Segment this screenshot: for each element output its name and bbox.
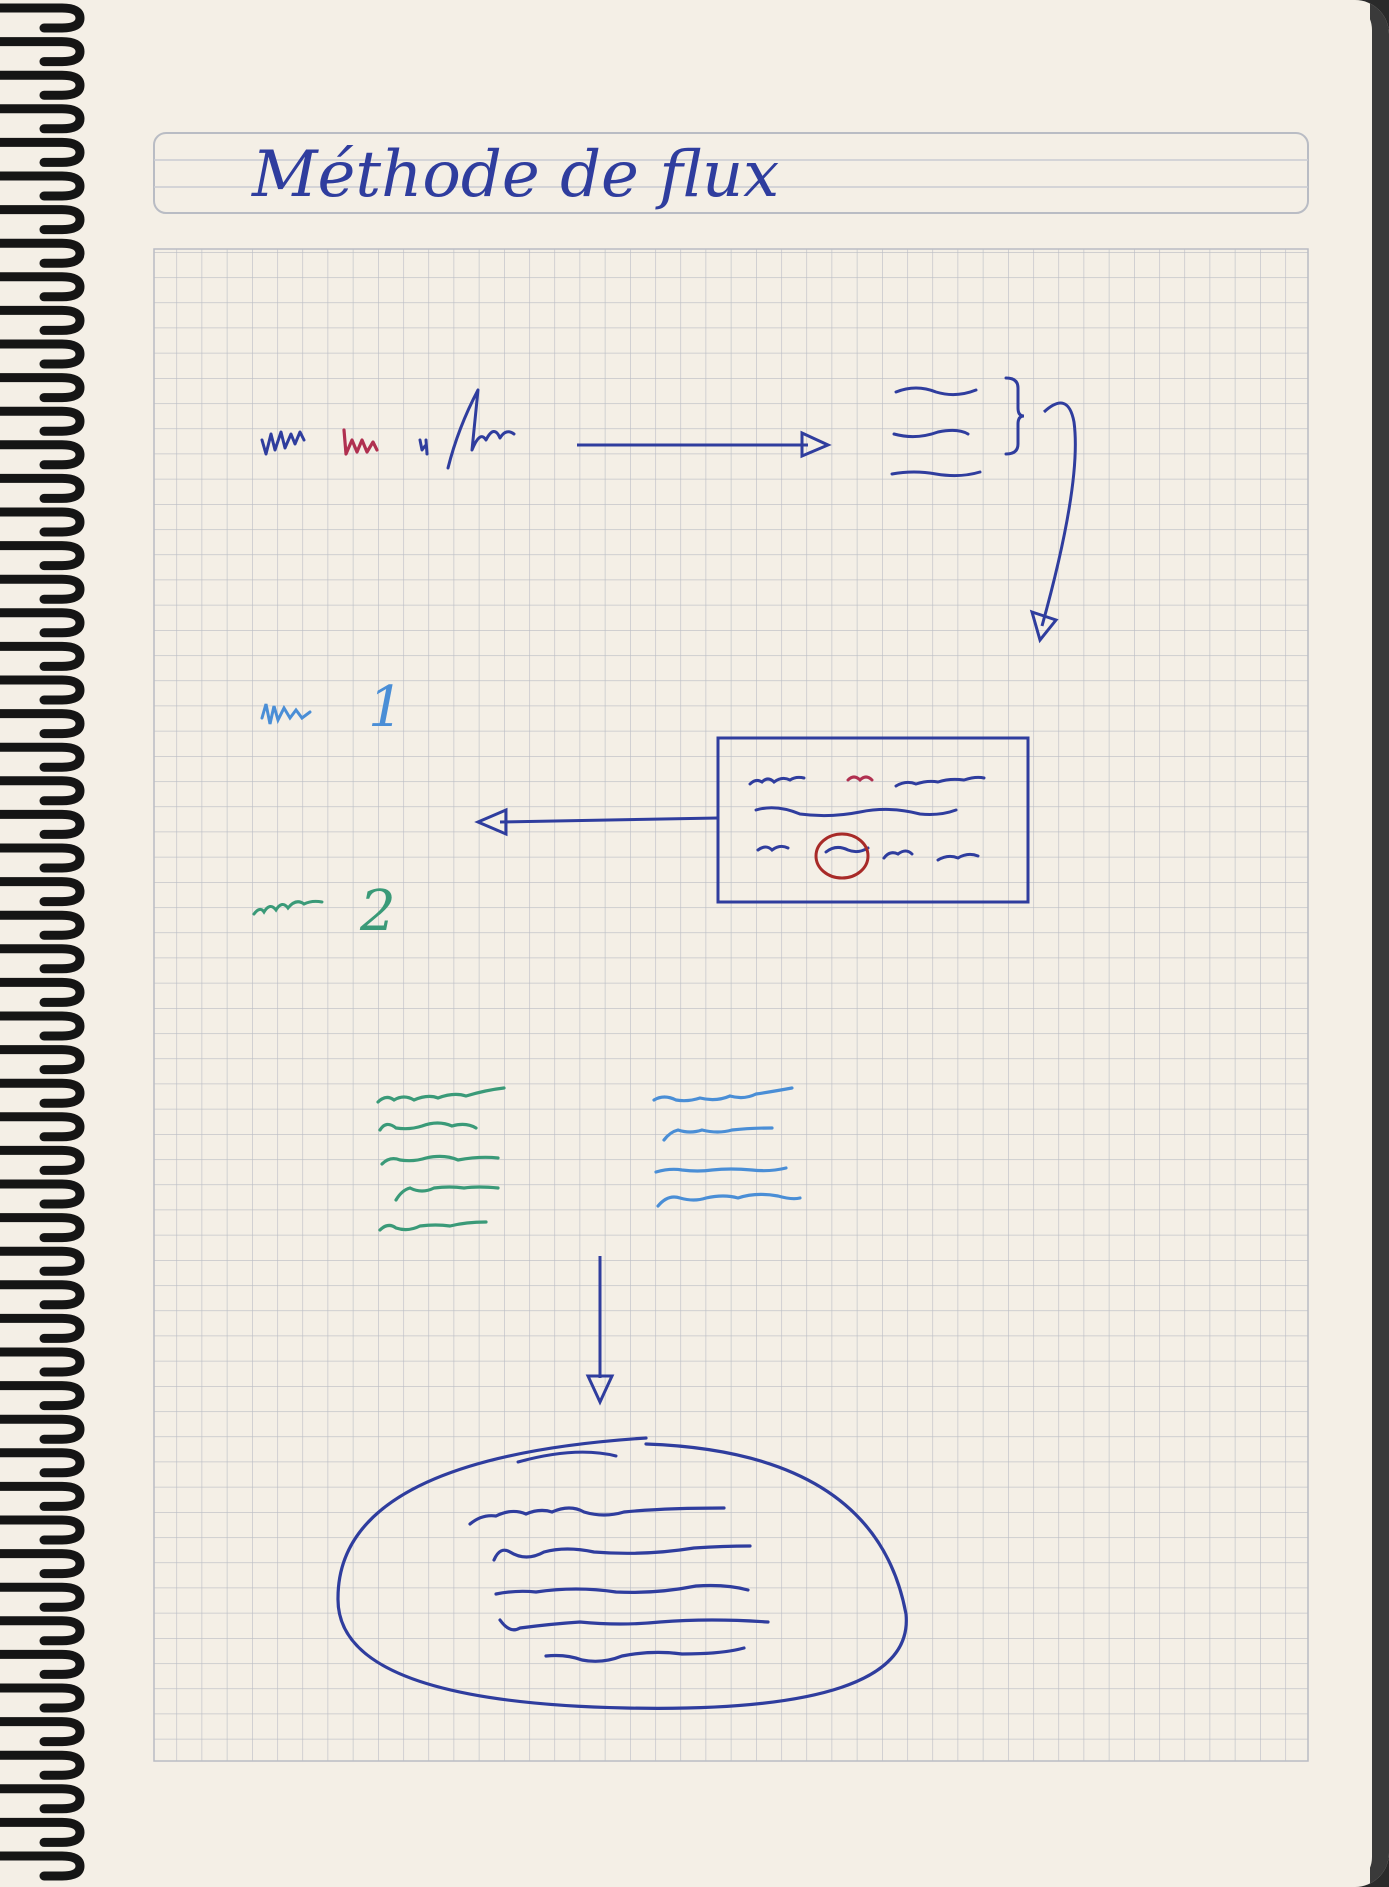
label-two: 2 (359, 879, 396, 944)
page-edge-shadow (1370, 0, 1389, 1887)
notebook-sheet: Méthode de flux 1 2 (0, 0, 1389, 1887)
notebook-page: Méthode de flux 1 2 (0, 0, 1389, 1887)
label-one: 1 (368, 675, 404, 740)
page-title: Méthode de flux (251, 138, 779, 212)
grid-area (153, 248, 1309, 1762)
